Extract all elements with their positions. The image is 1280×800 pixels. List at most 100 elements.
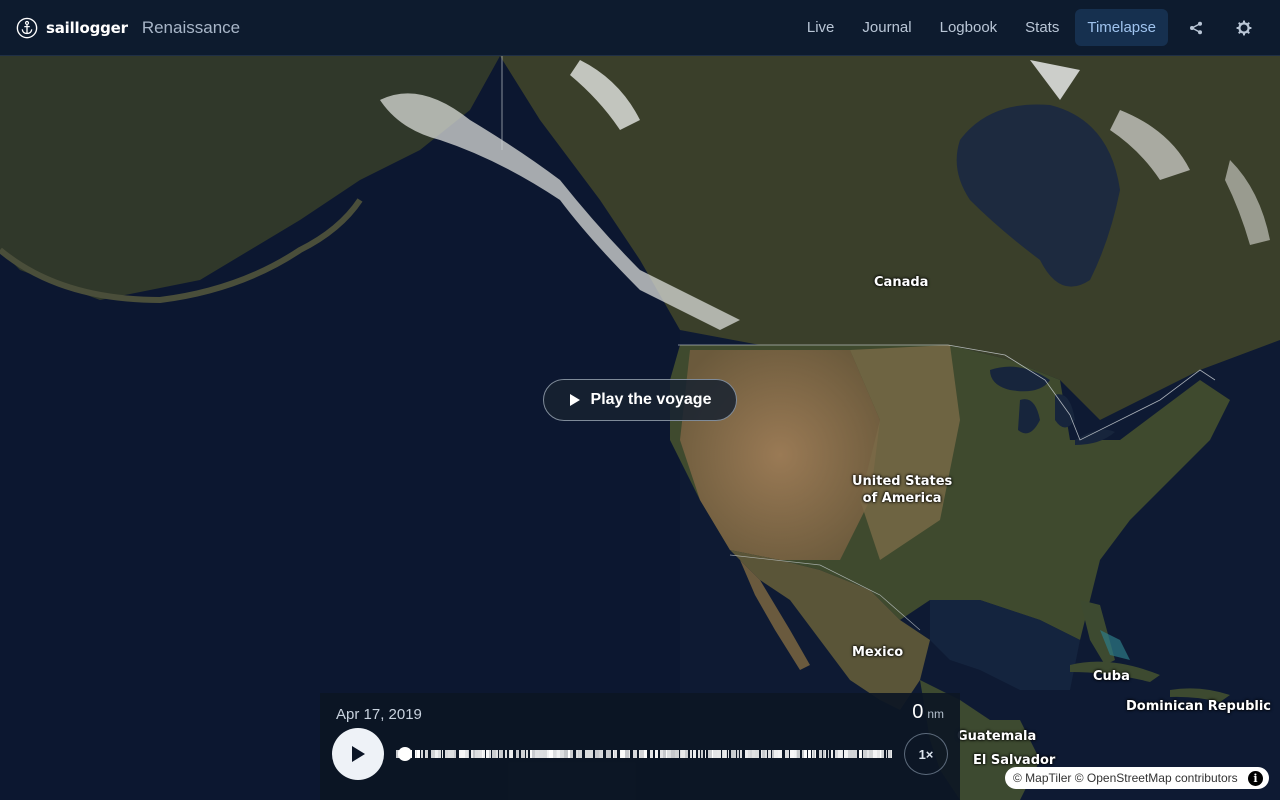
track-segment (505, 750, 507, 758)
track-segment (482, 750, 483, 758)
nav-live[interactable]: Live (795, 9, 847, 46)
track-segment (417, 750, 420, 758)
play-icon (569, 394, 580, 406)
track-segment (532, 750, 535, 758)
track-segment (728, 750, 729, 758)
track-segment (790, 750, 794, 758)
track-segment (859, 750, 861, 758)
track-segment (882, 750, 884, 758)
track-segment (740, 750, 742, 758)
timeline-scrubber[interactable] (396, 747, 893, 761)
track-segment (475, 750, 477, 758)
nav-logbook[interactable]: Logbook (928, 9, 1010, 46)
track-segment (778, 750, 782, 758)
track-segment (560, 750, 564, 758)
track-segment (705, 750, 706, 758)
info-icon[interactable]: i (1248, 770, 1263, 786)
satellite-map[interactable]: Canada United States of America Mexico C… (0, 56, 1280, 800)
track-segment (483, 750, 485, 758)
track-segment (852, 750, 853, 758)
track-segment (615, 750, 617, 758)
track-segment (752, 750, 755, 758)
map-label-usa: United States of America (852, 473, 952, 507)
track-segment (629, 750, 630, 758)
track-segment (734, 750, 736, 758)
track-segment (748, 750, 750, 758)
attribution-text: © MapTiler © OpenStreetMap contributors (1013, 771, 1238, 785)
play-icon (352, 746, 365, 762)
track-segment (468, 750, 469, 758)
track-segment (842, 750, 843, 758)
track-segment (442, 750, 443, 758)
map-label-guatemala: Guatemala (957, 729, 1037, 744)
track-segment (510, 750, 513, 758)
main-nav: Live Journal Logbook Stats Timelapse (795, 8, 1264, 48)
track-segment (763, 750, 765, 758)
track-segment (595, 750, 599, 758)
nav-journal[interactable]: Journal (850, 9, 923, 46)
track-segment (731, 750, 734, 758)
track-segment (435, 750, 438, 758)
vessel-name: Renaissance (141, 17, 241, 37)
timeline-play-button[interactable] (332, 728, 384, 780)
track-segment (785, 750, 789, 758)
track-segment (750, 750, 752, 758)
track-segment (693, 750, 696, 758)
track-segment (737, 750, 739, 758)
track-segment (690, 750, 692, 758)
track-segment (448, 750, 450, 758)
map-label-cuba: Cuba (1093, 669, 1130, 684)
track-segment (644, 750, 647, 758)
track-segment (396, 750, 398, 758)
track-segment (675, 750, 679, 758)
track-segment (804, 750, 807, 758)
track-segment (431, 750, 435, 758)
map-label-usa-line1: United States (852, 474, 953, 489)
nav-timelapse[interactable]: Timelapse (1075, 9, 1168, 46)
nav-stats[interactable]: Stats (1013, 9, 1071, 46)
track-segment (844, 750, 848, 758)
track-segment (765, 750, 767, 758)
track-segment (880, 750, 881, 758)
track-segment (530, 750, 532, 758)
track-segment (500, 750, 502, 758)
track-segment (549, 750, 553, 758)
play-voyage-label: Play the voyage (590, 391, 712, 408)
track-segment (416, 750, 417, 758)
brand-name: saillogger (46, 18, 128, 37)
track-segment (471, 750, 473, 758)
track-segment (873, 750, 877, 758)
track-segment (421, 750, 423, 758)
track-segment (492, 750, 496, 758)
track-segment (722, 750, 723, 758)
settings-button[interactable] (1224, 8, 1264, 48)
track-segment (450, 750, 454, 758)
track-segment (861, 750, 862, 758)
track-segment (891, 750, 892, 758)
track-segment (579, 750, 582, 758)
track-segment (640, 750, 644, 758)
scrubber-handle[interactable] (398, 747, 412, 761)
brand[interactable]: saillogger Renaissance (16, 17, 240, 39)
track-segment (828, 750, 829, 758)
track-segment (745, 750, 748, 758)
track-segment (812, 750, 813, 758)
track-segment (438, 750, 441, 758)
map-label-dominican-republic: Dominican Republic (1126, 699, 1272, 714)
play-voyage-button[interactable]: Play the voyage (543, 379, 737, 421)
gear-icon (1236, 20, 1252, 35)
track-segment (650, 750, 653, 758)
share-button[interactable] (1176, 8, 1216, 48)
track-segment (886, 750, 887, 758)
track-segment (599, 750, 600, 758)
track-segment (794, 750, 796, 758)
map-attribution: © MapTiler © OpenStreetMap contributors … (1005, 767, 1269, 789)
track-segment (425, 750, 426, 758)
track-segment (725, 750, 726, 758)
track-segment (621, 750, 625, 758)
track-segment (797, 750, 800, 758)
track-segment (459, 750, 461, 758)
track-segment (685, 750, 688, 758)
playback-speed-button[interactable]: 1× (904, 733, 948, 775)
track-segment (620, 750, 621, 758)
